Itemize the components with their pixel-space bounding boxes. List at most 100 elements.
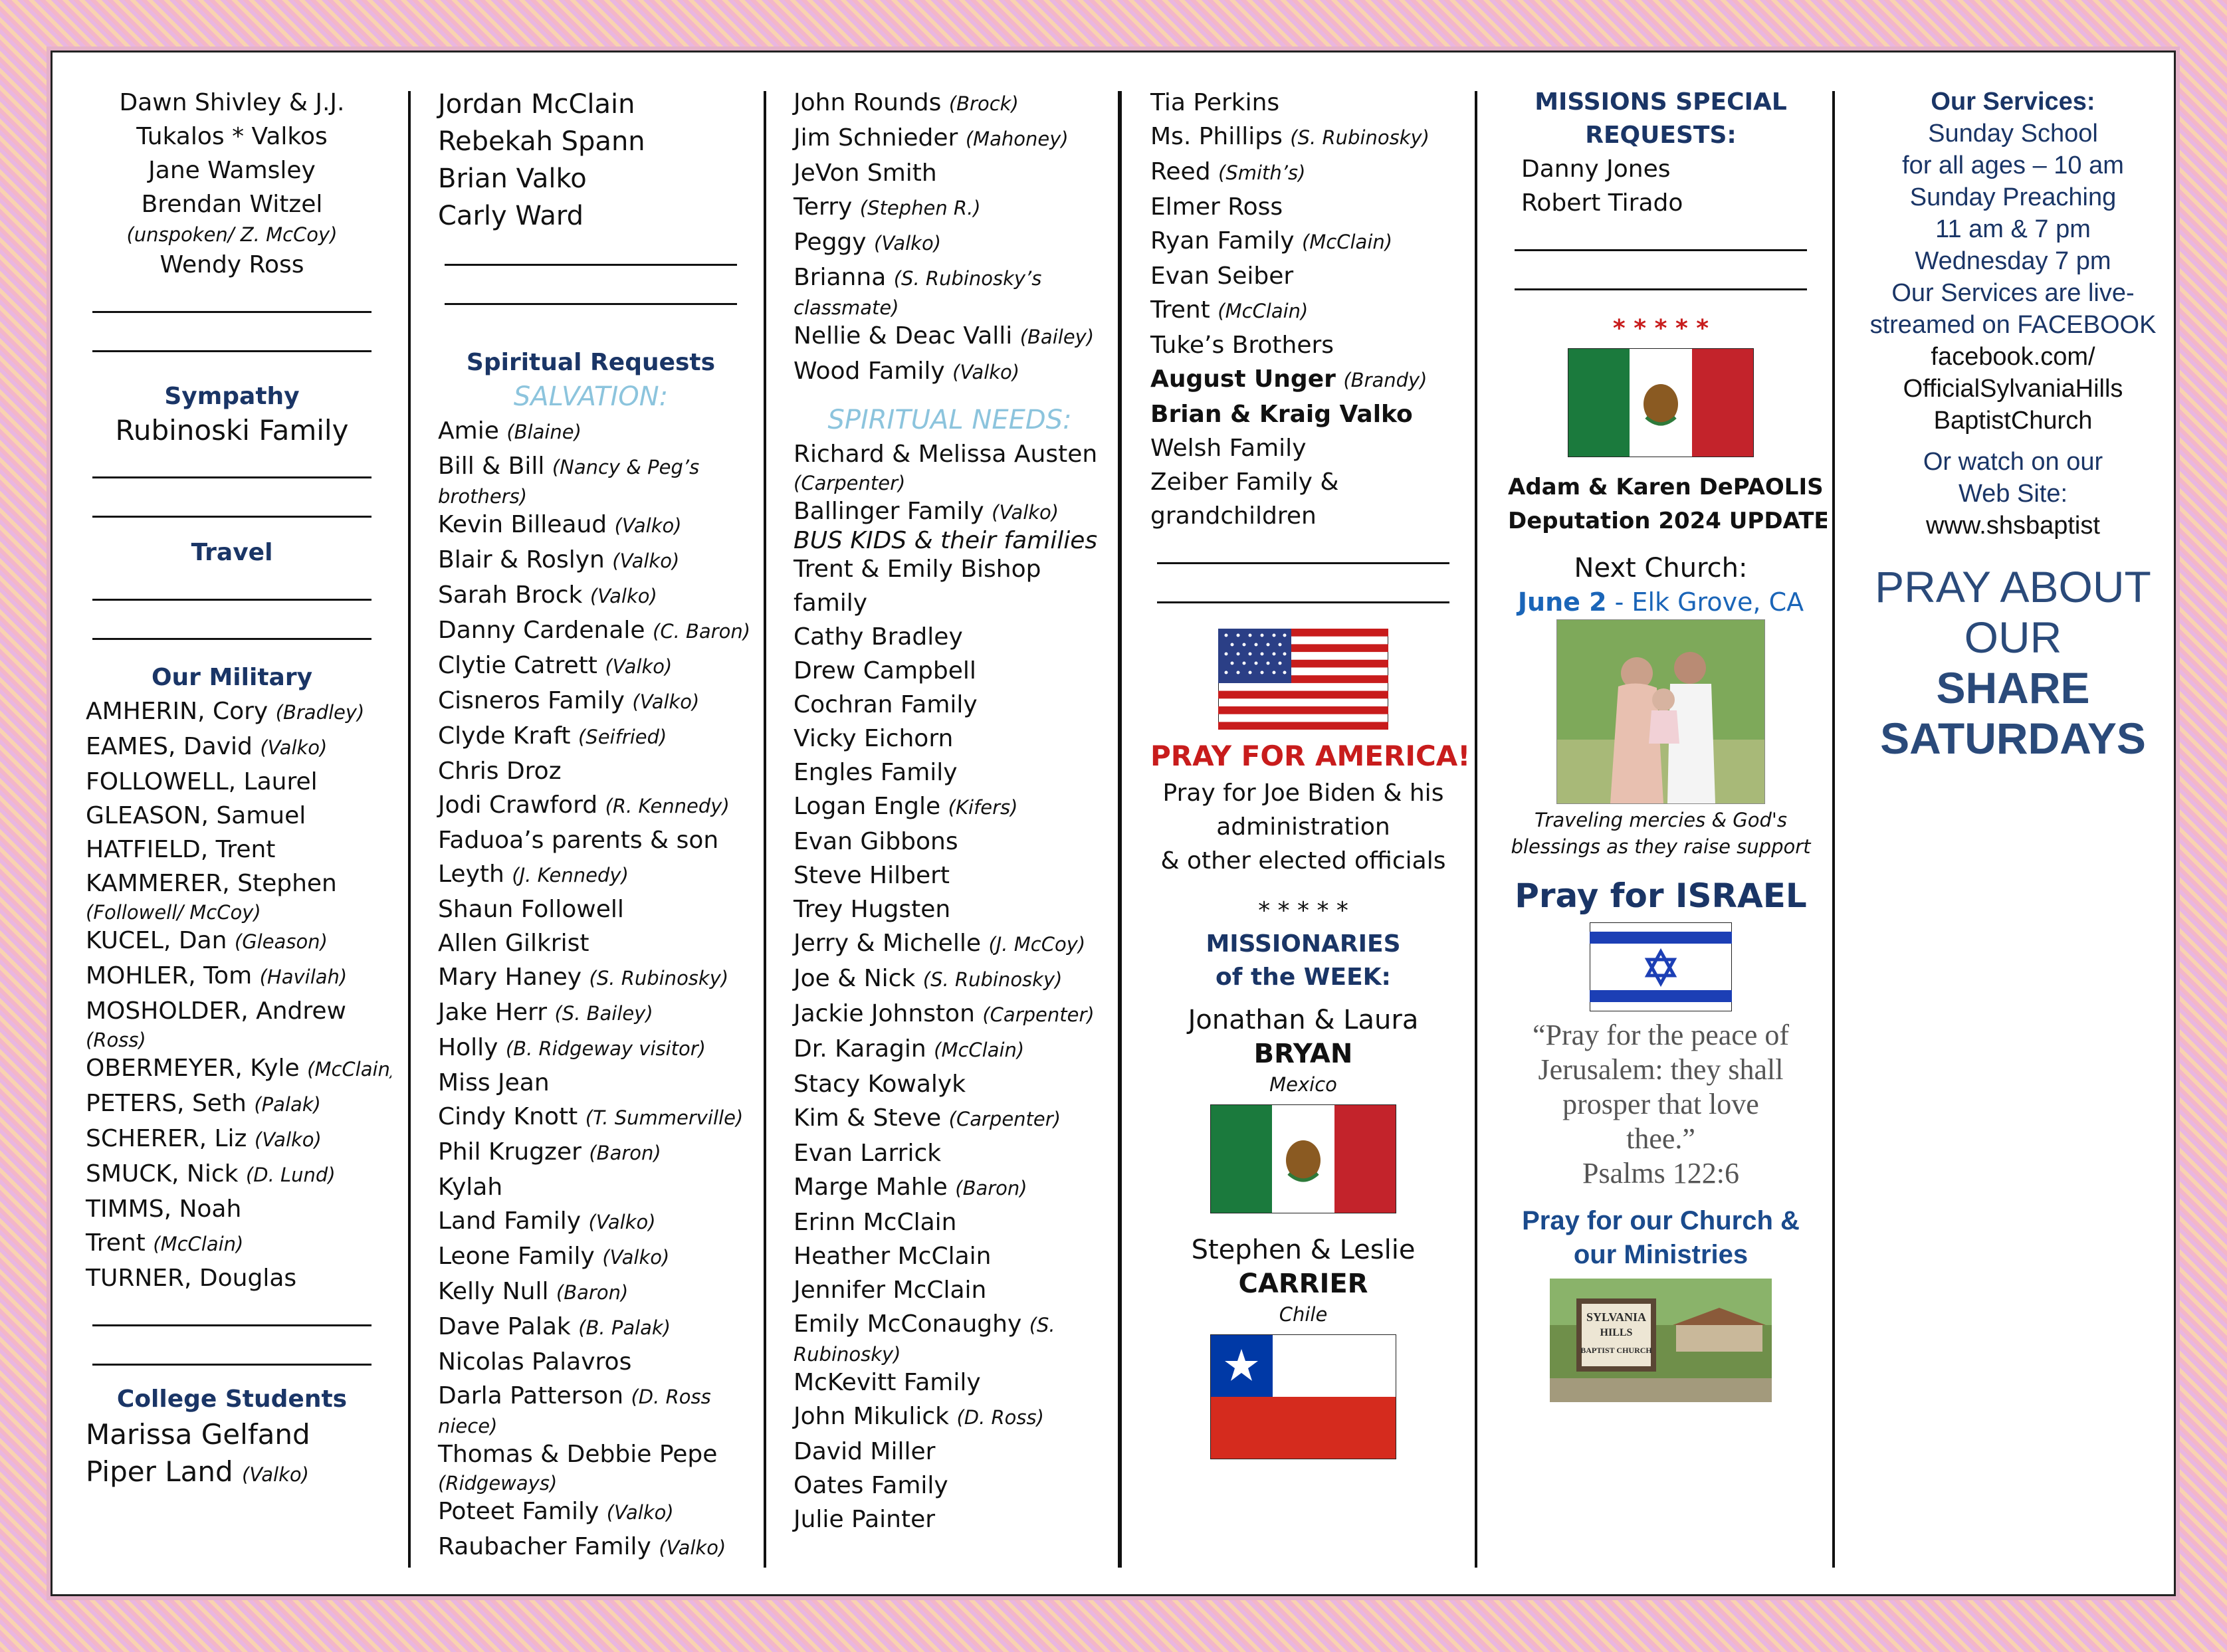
military-row: SCHERER, Liz (Valko) <box>86 1122 378 1157</box>
mexico-flag-icon <box>1210 1104 1396 1213</box>
salvation-row: Poteet Family (Valko) <box>438 1495 744 1530</box>
item-note: (Valko) <box>659 1536 726 1559</box>
item-note: (Valko) <box>612 550 680 572</box>
item-note: (Smith’s) <box>1218 161 1306 184</box>
item-name: TURNER, Douglas <box>86 1265 297 1292</box>
pray-share-line: OUR <box>1964 613 2062 662</box>
military-row: GLEASON, Samuel <box>86 799 378 833</box>
military-row: TIMMS, Noah <box>86 1192 378 1226</box>
item-name: Richard & Melissa Austen <box>794 441 1098 468</box>
spiritual-need-row: Rubinosky) <box>794 1342 1106 1366</box>
item-name: Kim & Steve <box>794 1104 942 1132</box>
item-note: (Bradley) <box>275 701 365 724</box>
item-name: Chris Droz <box>438 758 562 785</box>
salvation-row: Cindy Knott (T. Summerville) <box>438 1100 744 1135</box>
item-name: Cisneros Family <box>438 687 625 714</box>
item-note: (S. Bailey) <box>554 1002 653 1025</box>
spiritual-need-row: Evan Seiber <box>1150 259 1456 293</box>
item-name: Leyth <box>438 861 504 888</box>
israel-flag-icon <box>1590 922 1732 1011</box>
pray-share-line: PRAY ABOUT <box>1875 562 2151 611</box>
military-row: KUCEL, Dan (Gleason) <box>86 924 378 959</box>
item-note: (Valko) <box>589 585 657 607</box>
church-sign-line: HILLS <box>1600 1327 1633 1338</box>
spiritual-need-row: Joe & Nick (S. Rubinosky) <box>794 962 1106 997</box>
item-name: Allen Gilkrist <box>438 930 589 957</box>
pray-america-line: & other elected officials <box>1160 847 1446 875</box>
item-name: Jake Herr <box>438 999 548 1026</box>
spiritual-need-row: Dr. Karagin (McClain) <box>794 1032 1106 1067</box>
military-row: SMUCK, Nick (D. Lund) <box>86 1157 378 1192</box>
salvation-row: Raubacher Family (Valko) <box>438 1530 744 1561</box>
spiritual-need-row: Ms. Phillips (S. Rubinosky) <box>1150 120 1456 155</box>
item-note: (Kifers) <box>948 796 1018 819</box>
spiritual-need-row: Brian & Kraig Valko <box>1150 397 1456 431</box>
spiritual-need-row: Ryan Family (McClain) <box>1150 224 1456 259</box>
spiritual-need-row: Ballinger Family (Valko) <box>794 494 1106 530</box>
pray-america-line: administration <box>1216 813 1390 841</box>
item-name: Drew Campbell <box>794 657 976 684</box>
item-note: (Ross) <box>86 1029 146 1051</box>
mexico-flag <box>1508 348 1814 457</box>
services-heading: Our Services: <box>1931 88 2095 116</box>
salvation-row: Peggy (Valko) <box>794 225 1106 260</box>
item-name: Engles Family <box>794 759 958 786</box>
salvation-row: Clytie Catrett (Valko) <box>438 649 744 684</box>
travel-heading: Travel <box>191 539 273 566</box>
item-note: (S. Rubinosky’s <box>893 267 1042 290</box>
salvation-row: Wood Family (Valko) <box>794 354 1106 389</box>
spiritual-need-row: Tia Perkins <box>1150 86 1456 120</box>
spiritual-need-row: Cathy Bradley <box>794 620 1106 654</box>
salvation-row: Kylah <box>438 1170 744 1204</box>
item-name: Faduoa’s parents & son <box>438 827 719 854</box>
church-sign-image: SYLVANIA HILLS BAPTIST CHURCH <box>1550 1279 1772 1402</box>
missionary-country: Chile <box>1279 1303 1328 1326</box>
item-note: (Bailey) <box>1019 326 1095 348</box>
column-divider <box>408 91 411 1568</box>
item-name: Raubacher Family <box>438 1533 651 1560</box>
church-sign-line: BAPTIST CHURCH <box>1580 1346 1652 1355</box>
salvation-row: Leyth (J. Kennedy) <box>438 857 744 892</box>
item-name: Brianna <box>794 264 887 291</box>
item-name: GLEASON, Samuel <box>86 802 306 829</box>
item-name: Darla Patterson <box>438 1382 624 1409</box>
item-name: Evan Larrick <box>794 1140 942 1167</box>
spiritual-need-row: grandchildren <box>1150 499 1456 533</box>
next-church-date: June 2 <box>1517 587 1607 617</box>
item-name: Tia Perkins <box>1150 89 1280 116</box>
prayer-name: Carly Ward <box>438 201 584 231</box>
missions-special-heading: MISSIONS SPECIAL <box>1535 88 1787 116</box>
item-note: (McClain) <box>1218 300 1309 322</box>
item-name: Clytie Catrett <box>438 652 597 679</box>
item-note: BUS KIDS & their families <box>794 527 1098 554</box>
salvation-row: Jodi Crawford (R. Kennedy) <box>438 788 744 823</box>
item-name: Trent <box>1150 296 1210 324</box>
column-divider <box>1475 91 1477 1568</box>
item-name: Marissa Gelfand <box>86 1418 310 1451</box>
military-row: EAMES, David (Valko) <box>86 730 378 765</box>
item-name: Dave Palak <box>438 1313 571 1340</box>
item-name: Holly <box>438 1034 498 1061</box>
item-note: (Valko) <box>632 690 700 713</box>
item-note: (Followell/ McCoy) <box>86 901 261 924</box>
item-note: (Valko) <box>606 1501 674 1524</box>
item-name: JeVon Smith <box>794 159 937 187</box>
spiritual-need-row: Kim & Steve (Carpenter) <box>794 1101 1106 1136</box>
column-1: Dawn Shivley & J.J. Tukalos * Valkos Jan… <box>72 86 391 1561</box>
spiritual-need-row: Vicky Eichorn <box>794 722 1106 756</box>
salvation-row: Amie (Blaine) <box>438 414 744 449</box>
item-note: (Baron) <box>589 1142 661 1164</box>
next-church-info: June 2 - Elk Grove, CA <box>1508 585 1814 619</box>
website-url[interactable]: www.shsbaptist <box>1867 510 2159 542</box>
item-name: Steve Hilbert <box>794 862 950 889</box>
item-note: (Mahoney) <box>965 128 1069 150</box>
salvation-row: Bill & Bill (Nancy & Peg’s <box>438 449 744 484</box>
item-name: Evan Seiber <box>1150 262 1294 290</box>
item-name: EAMES, David <box>86 733 253 760</box>
spiritual-need-row: Logan Engle (Kifers) <box>794 789 1106 825</box>
item-name: Emily McConaughy <box>794 1310 1022 1338</box>
salvation-row: Sarah Brock (Valko) <box>438 578 744 613</box>
item-name: Heather McClain <box>794 1243 992 1270</box>
blank-line <box>1157 572 1449 603</box>
blank-line <box>92 1295 371 1326</box>
